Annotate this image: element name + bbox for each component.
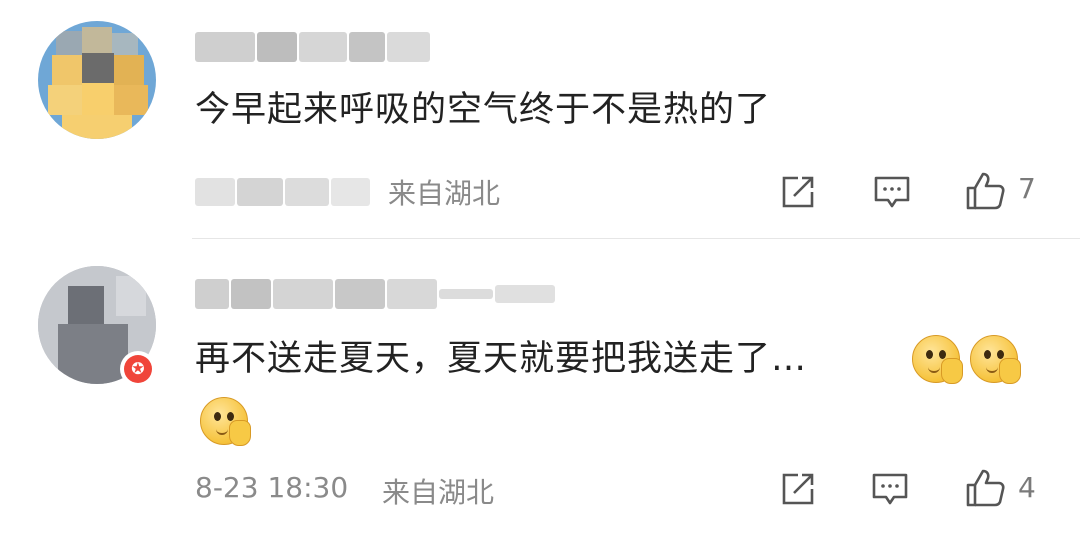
repost-icon[interactable]: [778, 469, 818, 509]
verified-badge: ✪: [120, 351, 156, 387]
comment-text: 再不送走夏天，夏天就要把我送走了…: [195, 339, 808, 379]
smirk-hand-emoji: [912, 335, 963, 384]
location-label: 来自湖北: [382, 476, 495, 509]
like-icon[interactable]: [962, 168, 1008, 214]
comment-icon[interactable]: [870, 469, 910, 509]
comment-text: 今早起来呼吸的空气终于不是热的了: [195, 90, 772, 130]
username-blurred[interactable]: [195, 279, 555, 309]
smirk-hand-emoji: [970, 335, 1021, 384]
timestamp-blurred: [195, 178, 370, 206]
repost-icon[interactable]: [778, 172, 818, 212]
comment-icon[interactable]: [872, 172, 912, 212]
comment-item: ✪ 再不送走夏天，夏天就要把我送走了… 8-23 18:30 来自湖北 4: [0, 239, 1080, 536]
like-count: 7: [1018, 172, 1036, 205]
like-count: 4: [1018, 471, 1036, 504]
smirk-hand-emoji: [200, 397, 251, 446]
like-icon[interactable]: [962, 465, 1008, 511]
username-blurred[interactable]: [195, 32, 430, 62]
avatar[interactable]: [38, 21, 156, 139]
location-label: 来自湖北: [388, 177, 501, 210]
timestamp: 8-23 18:30: [195, 471, 349, 504]
comment-item: 今早起来呼吸的空气终于不是热的了 来自湖北 7: [0, 0, 1080, 238]
